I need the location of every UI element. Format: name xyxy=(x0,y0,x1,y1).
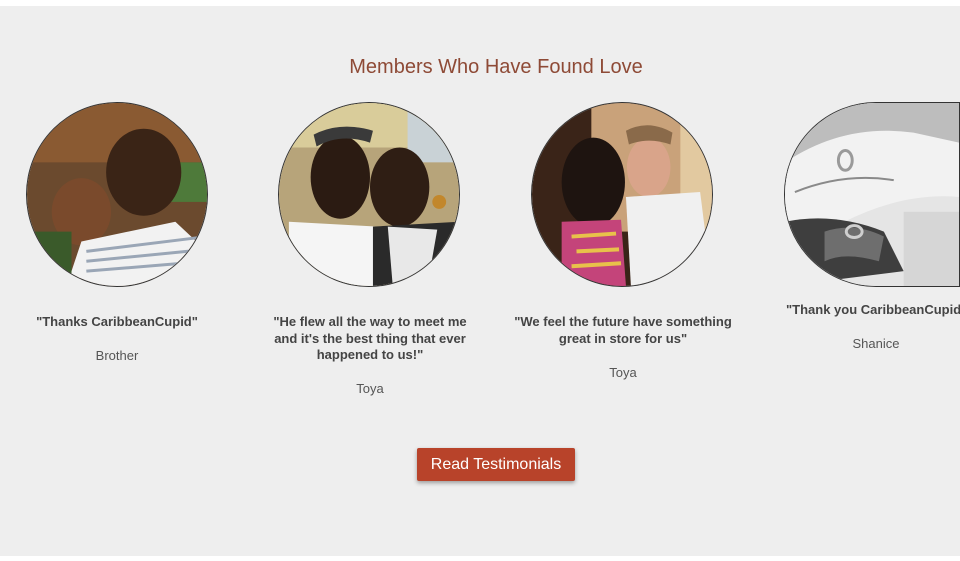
testimonial-name-2: Toya xyxy=(356,381,384,396)
testimonial-name-1: Brother xyxy=(95,348,139,363)
member-photo-3 xyxy=(531,102,713,287)
read-testimonials-button[interactable]: Read Testimonials xyxy=(417,448,575,481)
member-photo-1 xyxy=(26,102,208,287)
testimonial-quote-2: "He flew all the way to meet me and it's… xyxy=(273,314,467,362)
member-photo-4 xyxy=(784,102,960,287)
testimonial-name-3: Toya xyxy=(609,365,637,380)
testimonial-name-4: Shanice xyxy=(852,336,900,351)
member-photo-2 xyxy=(278,102,460,287)
testimonial-quote-4: "Thank you CaribbeanCupid! xyxy=(786,302,960,317)
testimonial-quote-1: "Thanks CaribbeanCupid" xyxy=(36,314,198,329)
section-heading: Members Who Have Found Love xyxy=(349,56,643,78)
testimonial-quote-3: "We feel the future have something great… xyxy=(514,314,732,346)
